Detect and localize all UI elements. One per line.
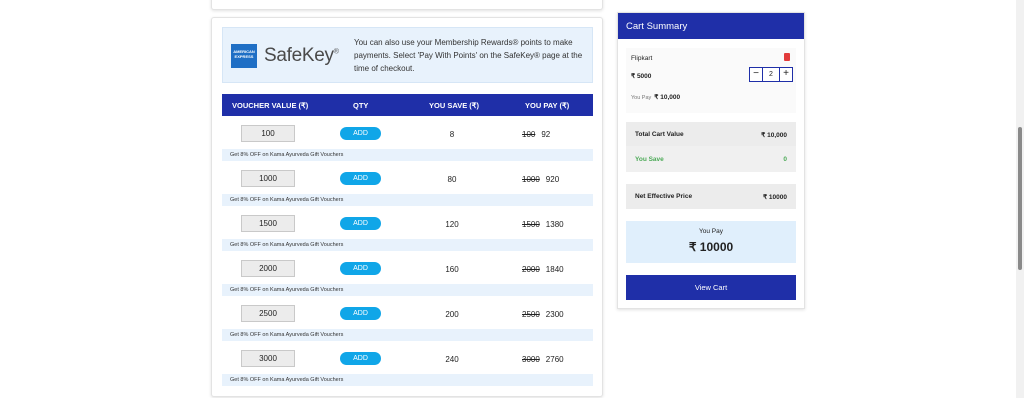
voucher-row: 1500 ADD 120 1500 1380 Get 8% OFF on Kama…: [222, 209, 593, 254]
original-price: 2000: [522, 265, 540, 274]
original-price: 2500: [522, 310, 540, 319]
discounted-price: 920: [545, 175, 560, 184]
total-cart-value-row: Total Cart Value ₹ 10,000: [626, 122, 796, 147]
discounted-price: 1840: [545, 265, 564, 274]
you-save-amount: 0: [783, 156, 787, 163]
voucher-value: 1000: [241, 170, 295, 187]
you-pay-label: You Pay: [699, 228, 723, 235]
you-pay-value: 3000 2760: [522, 355, 564, 364]
add-button[interactable]: ADD: [340, 127, 381, 140]
add-button[interactable]: ADD: [340, 172, 381, 185]
voucher-row: 2500 ADD 200 2500 2300 Get 8% OFF on Kama…: [222, 299, 593, 344]
you-pay-value: 2000 1840: [522, 265, 564, 274]
header-qty: QTY: [353, 101, 369, 110]
voucher-value: 2000: [241, 260, 295, 277]
voucher-row: 100 ADD 8 100 92 Get 8% OFF on Kama Ayurv…: [222, 119, 593, 164]
voucher-table-header: VOUCHER VALUE (₹) QTY YOU SAVE (₹) YOU P…: [222, 94, 593, 116]
cart-item: Flipkart ₹ 5000 − 2 + You Pay ₹ 10,000: [626, 48, 796, 113]
offer-note: Get 8% OFF on Kama Ayurveda Gift Voucher…: [222, 329, 593, 341]
you-save-value: 240: [445, 355, 459, 364]
net-effective-price: ₹ 10000: [762, 194, 787, 201]
quantity-value[interactable]: 2: [764, 68, 778, 81]
quantity-stepper: − 2 +: [749, 67, 793, 82]
you-save-value: 120: [445, 220, 459, 229]
add-button[interactable]: ADD: [340, 307, 381, 320]
trash-icon[interactable]: [784, 53, 790, 61]
discounted-price: 92: [541, 130, 551, 139]
original-price: 3000: [522, 355, 540, 364]
cart-item-you-pay: You Pay ₹ 10,000: [631, 93, 680, 101]
offer-note: Get 8% OFF on Kama Ayurveda Gift Voucher…: [222, 149, 593, 161]
decrement-button[interactable]: −: [750, 68, 763, 81]
you-pay-value: 1000 920: [522, 175, 559, 184]
add-button[interactable]: ADD: [340, 217, 381, 230]
increment-button[interactable]: +: [779, 68, 792, 81]
discounted-price: 2300: [545, 310, 564, 319]
you-save-row: You Save 0: [626, 146, 796, 172]
header-you-save: YOU SAVE (₹): [429, 101, 480, 110]
you-pay-amount: ₹ 10000: [688, 240, 734, 254]
safekey-brand-name: SafeKey: [264, 45, 334, 66]
offer-note: Get 8% OFF on Kama Ayurveda Gift Voucher…: [222, 284, 593, 296]
offer-note: Get 8% OFF on Kama Ayurveda Gift Voucher…: [222, 374, 593, 386]
original-price: 100: [522, 130, 536, 139]
you-save-value: 160: [445, 265, 459, 274]
voucher-row: 1000 ADD 80 1000 920 Get 8% OFF on Kama A…: [222, 164, 593, 209]
header-you-pay: YOU PAY (₹): [525, 101, 570, 110]
page-scrollbar[interactable]: [1016, 0, 1024, 398]
cart-summary: Cart Summary Flipkart ₹ 5000 − 2 + You P…: [617, 12, 805, 309]
you-save-value: 200: [445, 310, 459, 319]
offer-note: Get 8% OFF on Kama Ayurveda Gift Voucher…: [222, 239, 593, 251]
net-effective-price-label: Net Effective Price: [635, 193, 693, 200]
you-pay-value: 2500 2300: [522, 310, 564, 319]
you-pay-box: You Pay ₹ 10000: [626, 221, 796, 263]
you-pay-value: 100 92: [522, 130, 550, 139]
original-price: 1000: [522, 175, 540, 184]
view-cart-button[interactable]: View Cart: [626, 275, 796, 300]
safekey-brand: SafeKey®: [264, 45, 339, 67]
cart-item-you-pay-label: You Pay: [631, 95, 652, 101]
discounted-price: 2760: [545, 355, 564, 364]
add-button[interactable]: ADD: [340, 262, 381, 275]
cart-item-name: Flipkart: [631, 55, 653, 62]
previous-card: [211, 0, 603, 10]
page: AMERICAN EXPRESS SafeKey® You can also u…: [0, 0, 1024, 398]
add-button[interactable]: ADD: [340, 352, 381, 365]
you-pay-value: 1500 1380: [522, 220, 564, 229]
you-save-label: You Save: [635, 156, 664, 163]
net-effective-price-row: Net Effective Price ₹ 10000: [626, 184, 796, 209]
safekey-banner: AMERICAN EXPRESS SafeKey® You can also u…: [222, 27, 593, 83]
scrollbar-thumb[interactable]: [1018, 127, 1022, 270]
header-voucher-value: VOUCHER VALUE (₹): [232, 101, 309, 110]
voucher-value: 100: [241, 125, 295, 142]
cart-summary-title: Cart Summary: [618, 13, 804, 39]
amex-logo: AMERICAN EXPRESS: [231, 44, 257, 68]
voucher-value: 2500: [241, 305, 295, 322]
voucher-row: 2000 ADD 160 2000 1840 Get 8% OFF on Kama…: [222, 254, 593, 299]
voucher-value: 1500: [241, 215, 295, 232]
cart-item-price: ₹ 5000: [631, 73, 652, 80]
original-price: 1500: [522, 220, 540, 229]
safekey-brand-mark: ®: [333, 48, 339, 56]
you-save-value: 8: [449, 130, 455, 139]
cart-item-you-pay-value: ₹ 10,000: [654, 94, 681, 101]
total-cart-value: ₹ 10,000: [761, 132, 787, 139]
offer-note: Get 8% OFF on Kama Ayurveda Gift Voucher…: [222, 194, 593, 206]
safekey-info: You can also use your Membership Rewards…: [354, 38, 583, 73]
discounted-price: 1380: [545, 220, 564, 229]
voucher-value: 3000: [241, 350, 295, 367]
voucher-row: 3000 ADD 240 3000 2760 Get 8% OFF on Kama…: [222, 344, 593, 389]
you-save-value: 80: [447, 175, 457, 184]
total-cart-value-label: Total Cart Value: [635, 131, 684, 138]
voucher-card: AMERICAN EXPRESS SafeKey® You can also u…: [211, 17, 603, 397]
